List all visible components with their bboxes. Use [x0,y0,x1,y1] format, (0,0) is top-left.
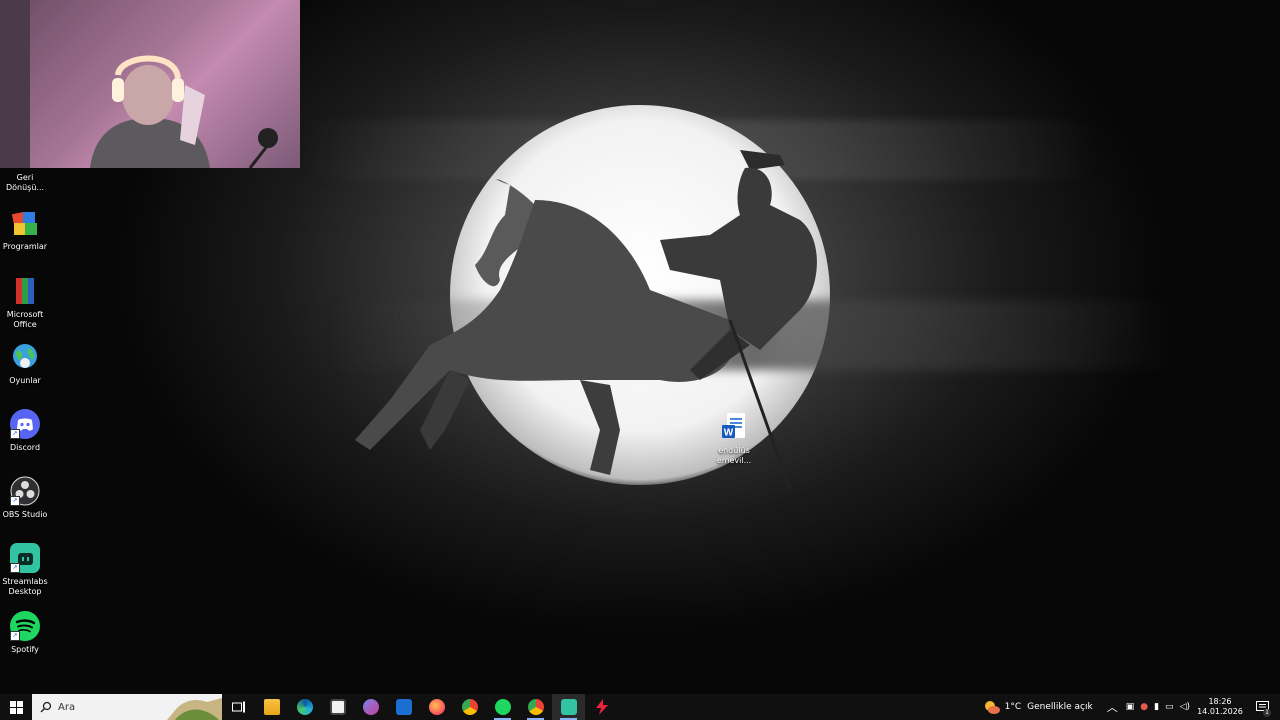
desktop-icon-label: Microsoft Office [6,310,44,329]
app-red-icon [595,699,608,715]
desktop-icon-label: Oyunlar [9,376,41,385]
notification-badge: 1 [1263,709,1271,717]
desktop-icon-label: Programlar [2,242,48,251]
spotify-icon [494,699,511,715]
mail-icon [395,699,412,715]
streamlabs-icon: ↗ [10,543,40,573]
clock-time: 18:26 [1208,697,1232,706]
task-view-icon [231,701,245,713]
taskbar-file-explorer[interactable] [255,694,288,720]
streamlabs-icon [560,699,577,715]
windows-logo-icon [9,700,23,714]
file-explorer-icon [263,699,280,715]
search-icon [40,701,52,713]
svg-text:W: W [724,428,734,439]
taskbar-chrome-profile[interactable] [519,694,552,720]
desktop-icon-label: OBS Studio [2,510,48,519]
taskbar-firefox[interactable] [420,694,453,720]
task-view-button[interactable] [222,694,255,720]
teams-icon [362,699,379,715]
show-hidden-icons-chevron-icon[interactable]: ︿ [1107,699,1118,715]
programs-folder-icon [10,208,40,238]
webcam-person [0,0,278,168]
desktop-icon-games[interactable]: Oyunlar [0,342,50,386]
volume-icon[interactable]: ◁) [1180,702,1190,712]
weather-condition[interactable]: Genellikle açık [1027,702,1093,712]
desktop-icon-label: Discord [9,443,41,452]
taskbar-chrome[interactable] [453,694,486,720]
network-icon[interactable]: ▭ [1165,702,1174,712]
desktop-background: Geri Dönüşü... Programlar Microsoft Offi… [0,0,1280,694]
chrome-icon [461,699,478,715]
desktop-icon-spotify[interactable]: ↗ Spotify [0,611,50,655]
taskbar-teams[interactable] [354,694,387,720]
notification-center-button[interactable]: 1 [1252,694,1272,720]
search-highlight-icon [167,698,222,720]
desktop-icon-obs-studio[interactable]: ↗ OBS Studio [0,476,50,520]
obs-icon: ↗ [10,476,40,506]
taskbar: Ara 1°C Genellikle açık ︿ ▣ ● ▮ ▭ ◁) 18:… [0,694,1280,720]
chrome-tray-icon[interactable]: ● [1140,702,1148,712]
shortcut-arrow-icon: ↗ [10,563,20,573]
desktop-icon-label: Geri Dönüşü... [5,173,45,192]
desktop-icon-recycle-bin[interactable]: Geri Dönüşü... [0,169,50,193]
search-box[interactable]: Ara [32,694,222,720]
microphone-icon[interactable]: ▮ [1154,702,1159,712]
desktop-icon-streamlabs[interactable]: ↗ Streamlabs Desktop [0,543,50,597]
desktop-icon-programs[interactable]: Programlar [0,208,50,252]
weather-icon [984,701,1000,714]
desktop-icon-microsoft-office[interactable]: Microsoft Office [0,276,50,330]
taskbar-edge[interactable] [288,694,321,720]
desktop-icon-label: endülüs emevil... [716,446,752,465]
edge-icon [296,699,313,715]
shortcut-arrow-icon: ↗ [10,631,20,641]
taskbar-red-app[interactable] [585,694,618,720]
weather-widget-icon-wrap[interactable] [979,694,1005,720]
spotify-icon: ↗ [10,611,40,641]
taskbar-streamlabs[interactable] [552,694,585,720]
shortcut-arrow-icon: ↗ [10,429,20,439]
taskbar-spotify[interactable] [486,694,519,720]
camera-icon[interactable]: ▣ [1126,702,1135,712]
taskbar-store[interactable] [321,694,354,720]
start-button[interactable] [0,694,32,720]
games-globe-icon [10,342,40,372]
weather-temp[interactable]: 1°C [1005,702,1022,712]
discord-icon: ↗ [10,409,40,439]
firefox-icon [428,699,445,715]
chrome-profile-icon [527,699,544,715]
webcam-overlay [0,0,300,168]
word-doc-icon: W [719,412,749,442]
desktop-file-word-document[interactable]: W endülüs emevil... [709,412,759,466]
store-icon [329,699,346,715]
taskbar-mail[interactable] [387,694,420,720]
shortcut-arrow-icon: ↗ [10,496,20,506]
desktop-icon-label: Streamlabs Desktop [2,577,48,596]
search-placeholder: Ara [58,701,76,713]
office-folder-icon [10,276,40,306]
desktop-icon-label: Spotify [11,645,39,654]
desktop-icon-discord[interactable]: ↗ Discord [0,409,50,453]
clock-date: 14.01.2026 [1197,707,1243,716]
clock[interactable]: 18:26 14.01.2026 [1197,697,1243,717]
